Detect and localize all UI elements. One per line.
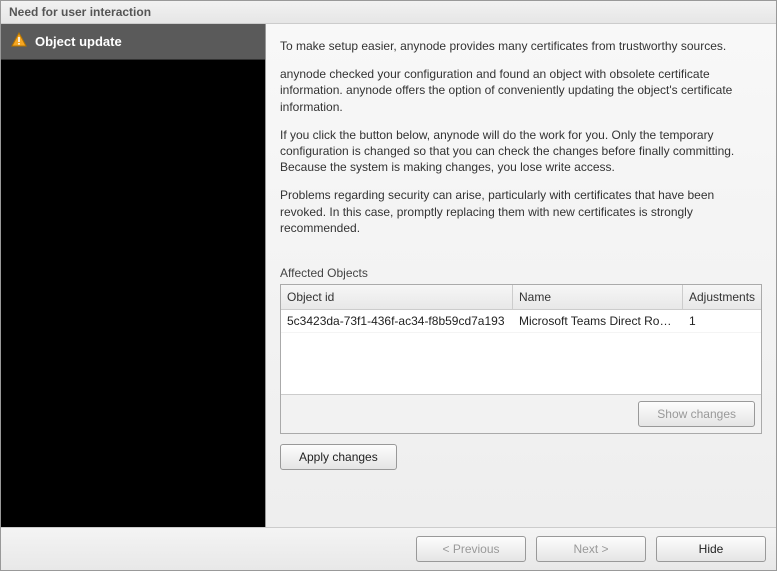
affected-objects-table: Object id Name Adjustments 5c3423da-73f1… [280,284,762,434]
sidebar: Object update [1,24,266,527]
show-changes-button[interactable]: Show changes [638,401,755,427]
dialog-title: Need for user interaction [1,1,776,24]
column-header-object-id[interactable]: Object id [281,285,513,309]
intro-paragraph-4: Problems regarding security can arise, p… [280,187,762,236]
column-header-adjustments[interactable]: Adjustments [683,285,761,309]
cell-object-id: 5c3423da-73f1-436f-ac34-f8b59cd7a193 [281,310,513,332]
table-row[interactable]: 5c3423da-73f1-436f-ac34-f8b59cd7a193 Mic… [281,310,761,333]
dialog: Need for user interaction Object update … [0,0,777,571]
table-header: Object id Name Adjustments [281,285,761,310]
dialog-body: Object update To make setup easier, anyn… [1,24,776,527]
previous-button[interactable]: < Previous [416,536,526,562]
column-header-name[interactable]: Name [513,285,683,309]
content-pane: To make setup easier, anynode provides m… [266,24,776,527]
intro-paragraph-2: anynode checked your configuration and f… [280,66,762,115]
apply-changes-button[interactable]: Apply changes [280,444,397,470]
dialog-footer: < Previous Next > Hide [1,527,776,570]
hide-button[interactable]: Hide [656,536,766,562]
intro-paragraph-1: To make setup easier, anynode provides m… [280,38,762,54]
sidebar-item-object-update[interactable]: Object update [1,24,265,60]
next-button[interactable]: Next > [536,536,646,562]
apply-row: Apply changes [280,444,762,470]
cell-adjustments: 1 [683,310,761,332]
affected-objects-label: Affected Objects [280,266,762,280]
table-body: 5c3423da-73f1-436f-ac34-f8b59cd7a193 Mic… [281,310,761,394]
warning-icon [11,32,27,51]
table-footer: Show changes [281,394,761,433]
sidebar-item-label: Object update [35,34,122,49]
cell-name: Microsoft Teams Direct Routing [513,310,683,332]
intro-paragraph-3: If you click the button below, anynode w… [280,127,762,176]
